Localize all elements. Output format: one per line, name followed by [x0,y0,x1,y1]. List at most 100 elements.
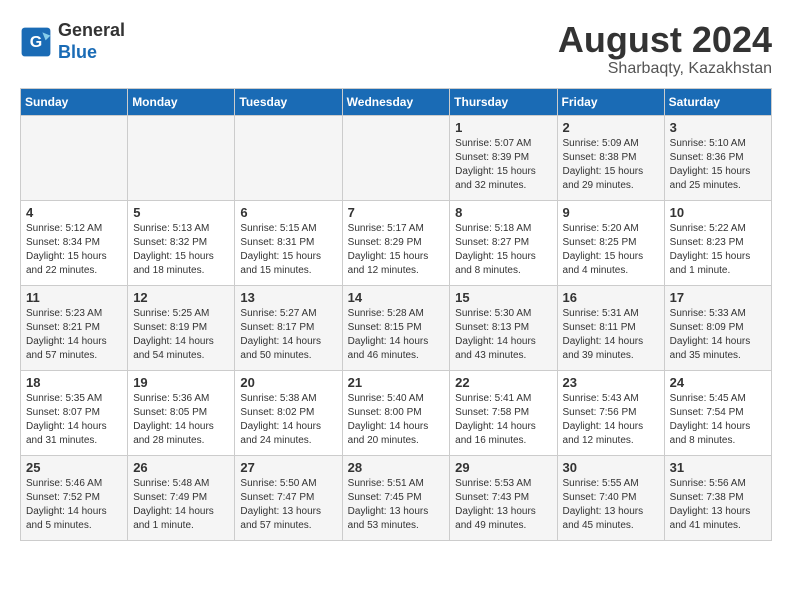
day-number: 13 [240,290,336,305]
day-number: 6 [240,205,336,220]
calendar-cell: 27 Sunrise: 5:50 AM Sunset: 7:47 PM Dayli… [235,455,342,540]
weekday-header-wednesday: Wednesday [342,88,450,115]
day-number: 24 [670,375,766,390]
day-number: 30 [563,460,659,475]
calendar-cell [21,115,128,200]
logo: G General Blue [20,20,125,63]
weekday-header-row: SundayMondayTuesdayWednesdayThursdayFrid… [21,88,772,115]
calendar-cell: 11 Sunrise: 5:23 AM Sunset: 8:21 PM Dayli… [21,285,128,370]
day-info: Sunrise: 5:35 AM Sunset: 8:07 PM Dayligh… [26,392,122,448]
day-info: Sunrise: 5:50 AM Sunset: 7:47 PM Dayligh… [240,477,336,533]
weekday-header-thursday: Thursday [450,88,557,115]
day-info: Sunrise: 5:22 AM Sunset: 8:23 PM Dayligh… [670,222,766,278]
day-number: 12 [133,290,229,305]
day-number: 28 [348,460,445,475]
day-number: 8 [455,205,551,220]
calendar-cell: 15Sunrise: 5:30 AM Sunset: 8:13 PM Dayli… [450,285,557,370]
day-number: 7 [348,205,445,220]
calendar-cell: 19Sunrise: 5:36 AM Sunset: 8:05 PM Dayli… [128,370,235,455]
calendar-cell: 28 Sunrise: 5:51 AM Sunset: 7:45 PM Dayli… [342,455,450,540]
calendar-week-row: 11 Sunrise: 5:23 AM Sunset: 8:21 PM Dayli… [21,285,772,370]
calendar-cell: 12 Sunrise: 5:25 AM Sunset: 8:19 PM Dayli… [128,285,235,370]
calendar-cell: 14 Sunrise: 5:28 AM Sunset: 8:15 PM Dayli… [342,285,450,370]
weekday-header-friday: Friday [557,88,664,115]
day-number: 2 [563,120,659,135]
day-info: Sunrise: 5:45 AM Sunset: 7:54 PM Dayligh… [670,392,766,448]
day-info: Sunrise: 5:25 AM Sunset: 8:19 PM Dayligh… [133,307,229,363]
calendar-cell: 1Sunrise: 5:07 AM Sunset: 8:39 PM Daylig… [450,115,557,200]
month-year-title: August 2024 [558,20,772,60]
calendar-cell: 31 Sunrise: 5:56 AM Sunset: 7:38 PM Dayli… [664,455,771,540]
day-number: 17 [670,290,766,305]
day-number: 21 [348,375,445,390]
day-number: 20 [240,375,336,390]
day-info: Sunrise: 5:10 AM Sunset: 8:36 PM Dayligh… [670,137,766,193]
calendar-cell: 24 Sunrise: 5:45 AM Sunset: 7:54 PM Dayli… [664,370,771,455]
logo-icon: G [20,26,52,58]
logo-text: General Blue [58,20,125,63]
day-number: 22 [455,375,551,390]
day-number: 26 [133,460,229,475]
day-number: 27 [240,460,336,475]
day-number: 11 [26,290,122,305]
title-block: August 2024 Sharbaqty, Kazakhstan [558,20,772,78]
day-info: Sunrise: 5:20 AM Sunset: 8:25 PM Dayligh… [563,222,659,278]
day-info: Sunrise: 5:46 AM Sunset: 7:52 PM Dayligh… [26,477,122,533]
calendar-cell: 18 Sunrise: 5:35 AM Sunset: 8:07 PM Dayli… [21,370,128,455]
day-info: Sunrise: 5:56 AM Sunset: 7:38 PM Dayligh… [670,477,766,533]
day-info: Sunrise: 5:48 AM Sunset: 7:49 PM Dayligh… [133,477,229,533]
day-info: Sunrise: 5:12 AM Sunset: 8:34 PM Dayligh… [26,222,122,278]
day-info: Sunrise: 5:38 AM Sunset: 8:02 PM Dayligh… [240,392,336,448]
calendar-cell: 29 Sunrise: 5:53 AM Sunset: 7:43 PM Dayli… [450,455,557,540]
calendar-table: SundayMondayTuesdayWednesdayThursdayFrid… [20,88,772,541]
calendar-cell: 5 Sunrise: 5:13 AM Sunset: 8:32 PM Daylig… [128,200,235,285]
day-info: Sunrise: 5:53 AM Sunset: 7:43 PM Dayligh… [455,477,551,533]
page-header: G General Blue August 2024 Sharbaqty, Ka… [20,20,772,78]
day-info: Sunrise: 5:55 AM Sunset: 7:40 PM Dayligh… [563,477,659,533]
svg-text:G: G [30,33,42,50]
day-number: 19 [133,375,229,390]
day-info: Sunrise: 5:28 AM Sunset: 8:15 PM Dayligh… [348,307,445,363]
day-number: 1 [455,120,551,135]
weekday-header-monday: Monday [128,88,235,115]
day-number: 16 [563,290,659,305]
day-info: Sunrise: 5:40 AM Sunset: 8:00 PM Dayligh… [348,392,445,448]
day-number: 9 [563,205,659,220]
day-number: 4 [26,205,122,220]
day-number: 25 [26,460,122,475]
day-info: Sunrise: 5:30 AM Sunset: 8:13 PM Dayligh… [455,307,551,363]
day-info: Sunrise: 5:23 AM Sunset: 8:21 PM Dayligh… [26,307,122,363]
day-info: Sunrise: 5:17 AM Sunset: 8:29 PM Dayligh… [348,222,445,278]
calendar-cell: 16 Sunrise: 5:31 AM Sunset: 8:11 PM Dayli… [557,285,664,370]
calendar-cell: 25 Sunrise: 5:46 AM Sunset: 7:52 PM Dayli… [21,455,128,540]
calendar-cell: 9 Sunrise: 5:20 AM Sunset: 8:25 PM Daylig… [557,200,664,285]
weekday-header-saturday: Saturday [664,88,771,115]
day-info: Sunrise: 5:27 AM Sunset: 8:17 PM Dayligh… [240,307,336,363]
day-info: Sunrise: 5:13 AM Sunset: 8:32 PM Dayligh… [133,222,229,278]
day-info: Sunrise: 5:41 AM Sunset: 7:58 PM Dayligh… [455,392,551,448]
calendar-cell: 17Sunrise: 5:33 AM Sunset: 8:09 PM Dayli… [664,285,771,370]
calendar-cell [342,115,450,200]
calendar-cell: 22 Sunrise: 5:41 AM Sunset: 7:58 PM Dayli… [450,370,557,455]
calendar-cell: 30 Sunrise: 5:55 AM Sunset: 7:40 PM Dayli… [557,455,664,540]
day-info: Sunrise: 5:09 AM Sunset: 8:38 PM Dayligh… [563,137,659,193]
day-info: Sunrise: 5:15 AM Sunset: 8:31 PM Dayligh… [240,222,336,278]
day-info: Sunrise: 5:51 AM Sunset: 7:45 PM Dayligh… [348,477,445,533]
calendar-cell: 20 Sunrise: 5:38 AM Sunset: 8:02 PM Dayli… [235,370,342,455]
day-number: 14 [348,290,445,305]
calendar-cell: 3Sunrise: 5:10 AM Sunset: 8:36 PM Daylig… [664,115,771,200]
day-number: 10 [670,205,766,220]
calendar-cell: 10 Sunrise: 5:22 AM Sunset: 8:23 PM Dayli… [664,200,771,285]
day-info: Sunrise: 5:31 AM Sunset: 8:11 PM Dayligh… [563,307,659,363]
day-number: 18 [26,375,122,390]
calendar-week-row: 1Sunrise: 5:07 AM Sunset: 8:39 PM Daylig… [21,115,772,200]
calendar-week-row: 4 Sunrise: 5:12 AM Sunset: 8:34 PM Daylig… [21,200,772,285]
day-number: 5 [133,205,229,220]
day-number: 29 [455,460,551,475]
calendar-cell: 8Sunrise: 5:18 AM Sunset: 8:27 PM Daylig… [450,200,557,285]
calendar-cell: 4 Sunrise: 5:12 AM Sunset: 8:34 PM Daylig… [21,200,128,285]
day-info: Sunrise: 5:43 AM Sunset: 7:56 PM Dayligh… [563,392,659,448]
calendar-week-row: 25 Sunrise: 5:46 AM Sunset: 7:52 PM Dayli… [21,455,772,540]
day-number: 31 [670,460,766,475]
calendar-cell: 2 Sunrise: 5:09 AM Sunset: 8:38 PM Daylig… [557,115,664,200]
